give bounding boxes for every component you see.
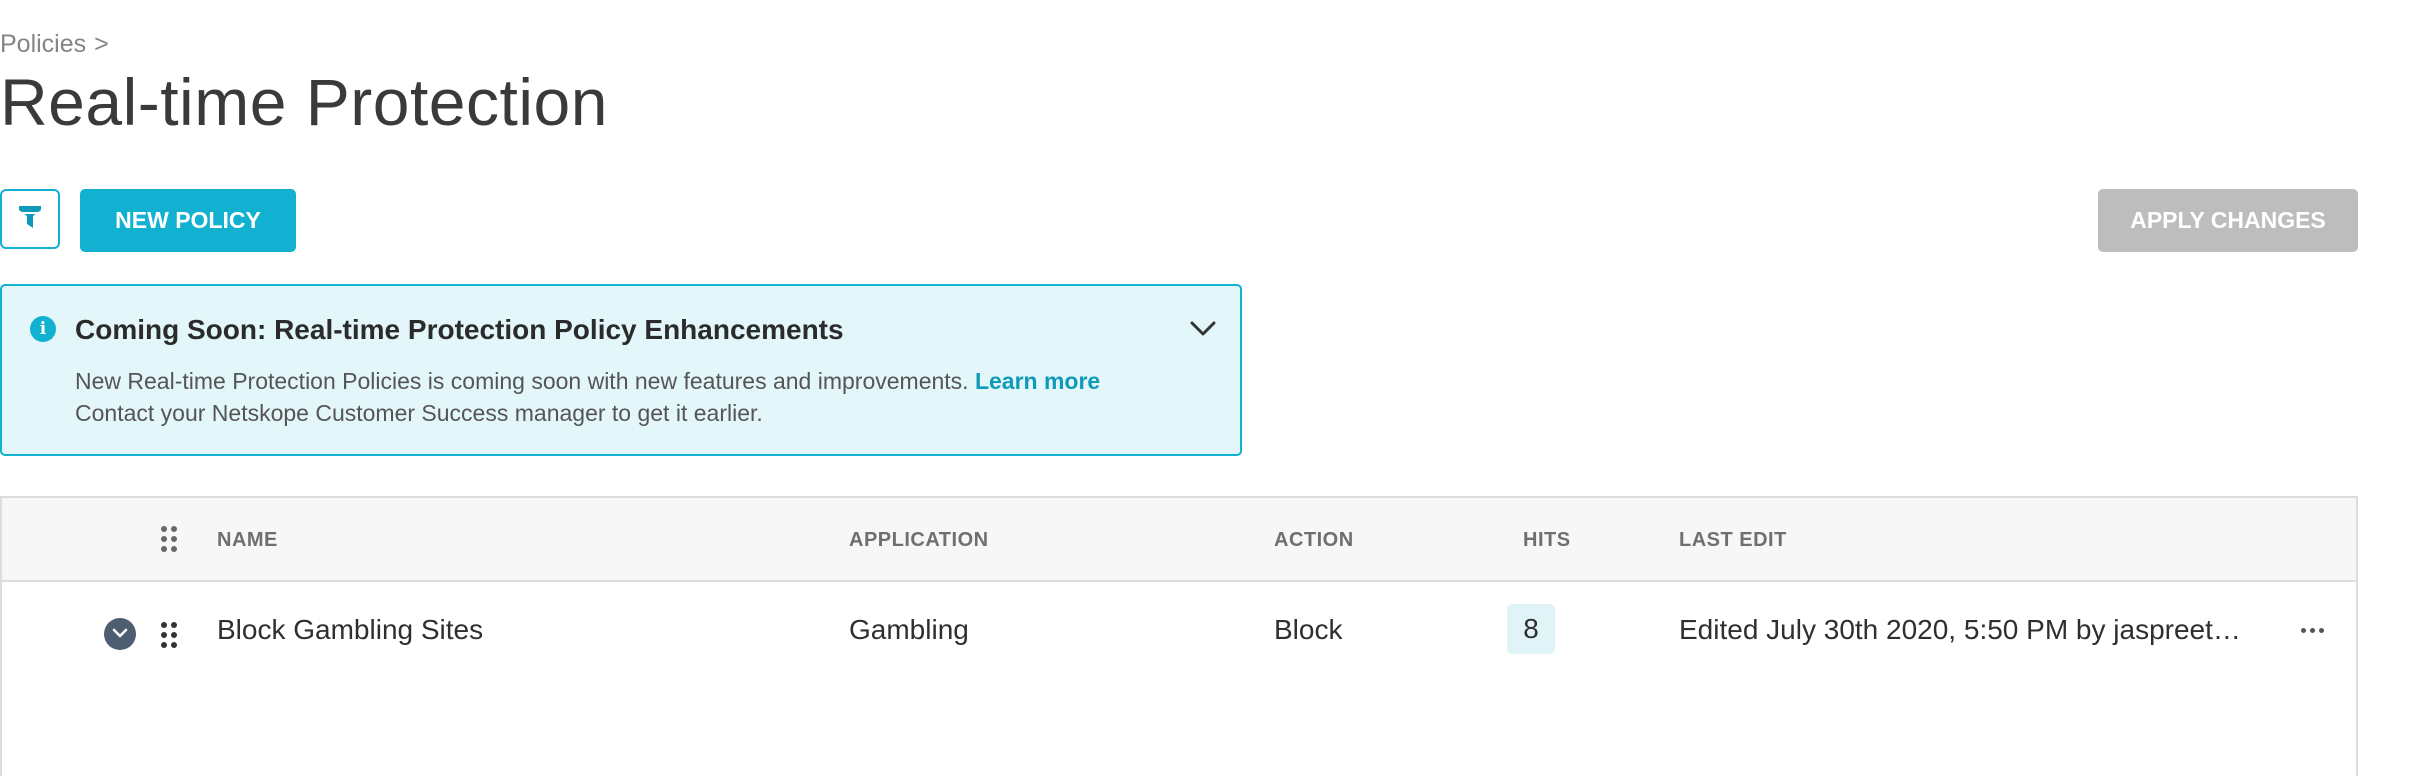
info-banner: i Coming Soon: Real-time Protection Poli… bbox=[0, 284, 1242, 456]
column-header-application[interactable]: APPLICATION bbox=[849, 529, 989, 552]
drag-handle-icon[interactable] bbox=[161, 622, 177, 648]
column-header-name[interactable]: NAME bbox=[217, 529, 278, 552]
breadcrumb-policies-link[interactable]: Policies bbox=[0, 30, 86, 59]
column-header-action[interactable]: ACTION bbox=[1274, 529, 1354, 552]
table-header: NAME APPLICATION ACTION HITS LAST EDIT bbox=[2, 498, 2356, 582]
banner-title: Coming Soon: Real-time Protection Policy… bbox=[75, 314, 844, 345]
policy-last-edit: Edited July 30th 2020, 5:50 PM by jaspre… bbox=[1679, 614, 2241, 645]
column-header-hits[interactable]: HITS bbox=[1523, 529, 1571, 552]
drag-handle-icon bbox=[161, 526, 177, 552]
banner-body-line-1: New Real-time Protection Policies is com… bbox=[75, 368, 1100, 395]
table-row[interactable]: Block Gambling Sites Gambling Block 8 Ed… bbox=[2, 582, 2356, 682]
policy-application: Gambling bbox=[849, 614, 969, 645]
policy-table: NAME APPLICATION ACTION HITS LAST EDIT B… bbox=[0, 496, 2358, 776]
breadcrumb: Policies > bbox=[0, 30, 109, 59]
banner-body-line-2: Contact your Netskope Customer Success m… bbox=[75, 400, 763, 426]
expand-row-button[interactable] bbox=[104, 618, 136, 650]
policy-action: Block bbox=[1274, 614, 1343, 645]
page-title: Real-time Protection bbox=[0, 65, 608, 139]
filter-button[interactable] bbox=[0, 189, 60, 249]
hits-badge: 8 bbox=[1507, 604, 1555, 654]
chevron-down-icon[interactable] bbox=[1188, 314, 1218, 344]
more-options-button[interactable] bbox=[2292, 610, 2332, 650]
breadcrumb-separator: > bbox=[94, 30, 109, 58]
info-icon: i bbox=[30, 316, 56, 342]
banner-body-text: New Real-time Protection Policies is com… bbox=[75, 368, 969, 394]
column-header-last-edit[interactable]: LAST EDIT bbox=[1679, 529, 1787, 552]
chevron-down-icon bbox=[112, 625, 128, 643]
new-policy-button[interactable]: NEW POLICY bbox=[80, 189, 296, 252]
learn-more-link[interactable]: Learn more bbox=[975, 368, 1100, 394]
apply-changes-button[interactable]: APPLY CHANGES bbox=[2098, 189, 2358, 252]
policy-name[interactable]: Block Gambling Sites bbox=[217, 614, 483, 646]
filter-icon bbox=[17, 203, 43, 236]
